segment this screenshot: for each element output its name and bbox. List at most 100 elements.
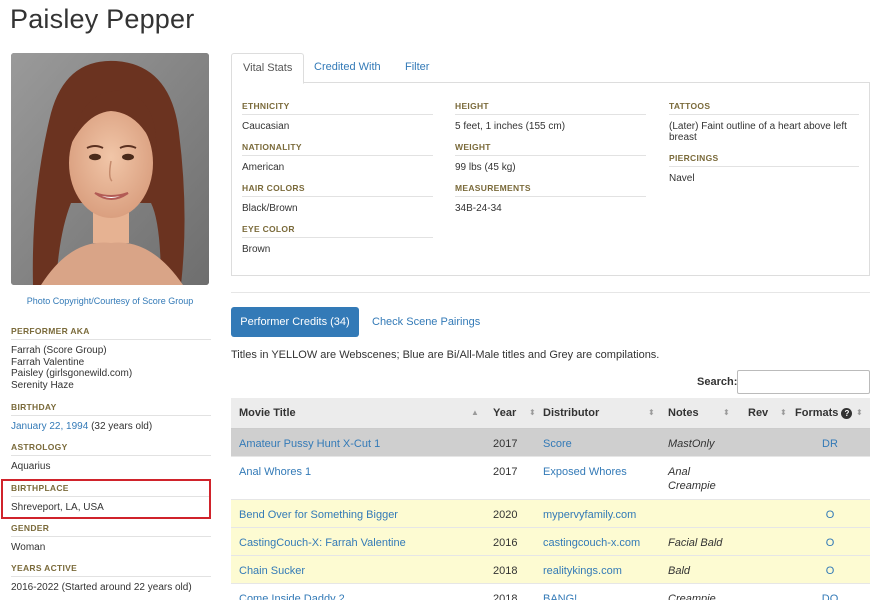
stat-value: 99 lbs (45 kg) bbox=[455, 162, 516, 173]
stat-label: HAIR COLORS bbox=[242, 183, 433, 197]
gender-section: GENDER Woman bbox=[11, 523, 211, 554]
stat-label: EYE COLOR bbox=[242, 224, 433, 238]
stat-value: Brown bbox=[242, 244, 271, 255]
table-row: CastingCouch-X: Farrah Valentine 2016 cast… bbox=[231, 528, 870, 556]
table-body: Amateur Pussy Hunt X-Cut 1 2017 Score MastO… bbox=[231, 429, 870, 600]
movie-title-link[interactable]: Bend Over for Something Bigger bbox=[239, 500, 398, 522]
stats-column-2: HEIGHT 5 feet, 1 inches (155 cm) WEIGHT … bbox=[455, 101, 646, 224]
stats-column-3: TATTOOS (Later) Faint outline of a heart… bbox=[669, 101, 859, 194]
year-cell: 2017 bbox=[493, 438, 518, 450]
stat-label: NATIONALITY bbox=[242, 142, 433, 156]
formats-label: Formats bbox=[795, 407, 839, 419]
stat-hair-colors: HAIR COLORS Black/Brown bbox=[242, 183, 433, 214]
stat-label: PIERCINGS bbox=[669, 153, 859, 167]
distributor-link[interactable]: mypervyfamily.com bbox=[543, 500, 636, 522]
stat-value: (Later) Faint outline of a heart above l… bbox=[669, 121, 847, 143]
movie-title-link[interactable]: Anal Whores 1 bbox=[239, 457, 311, 479]
help-icon[interactable]: ? bbox=[841, 408, 853, 419]
formats-link[interactable] bbox=[795, 457, 865, 465]
formats-link[interactable]: DO bbox=[795, 584, 865, 600]
astrology-link[interactable]: Aquarius bbox=[11, 461, 211, 473]
col-header-notes[interactable]: Notes bbox=[668, 398, 699, 429]
stat-tattoos: TATTOOS (Later) Faint outline of a heart… bbox=[669, 101, 859, 143]
note-line: Anal bbox=[668, 466, 691, 478]
tab-vital-stats[interactable]: Vital Stats bbox=[231, 53, 305, 84]
col-header-formats[interactable]: Formats ? bbox=[795, 398, 853, 429]
section-divider bbox=[231, 292, 870, 293]
movie-title-link[interactable]: CastingCouch-X: Farrah Valentine bbox=[239, 528, 406, 550]
col-header-distributor[interactable]: Distributor bbox=[543, 398, 599, 429]
movie-title-link[interactable]: Come Inside Daddy 2 bbox=[239, 584, 345, 600]
birthday-link[interactable]: January 22, 1994 bbox=[11, 421, 88, 432]
sort-icon: ⬍ bbox=[780, 408, 787, 417]
note-line: Bald bbox=[668, 565, 691, 577]
col-header-movie-title[interactable]: Movie Title bbox=[239, 398, 296, 429]
formats-link[interactable]: O bbox=[795, 500, 865, 522]
notes-cell: Bald bbox=[668, 556, 690, 578]
astrology-section: ASTROLOGY Aquarius bbox=[11, 442, 211, 473]
col-header-rev[interactable]: Rev bbox=[748, 398, 768, 429]
section-label: ASTROLOGY bbox=[11, 442, 211, 456]
tab-filter[interactable]: Filter bbox=[394, 53, 440, 84]
stat-weight: WEIGHT 99 lbs (45 kg) bbox=[455, 142, 646, 173]
stat-label: HEIGHT bbox=[455, 101, 646, 115]
year-cell: 2017 bbox=[493, 466, 518, 478]
distributor-link[interactable]: realitykings.com bbox=[543, 556, 622, 578]
distributor-link[interactable]: castingcouch-x.com bbox=[543, 528, 640, 550]
performer-credits-button[interactable]: Performer Credits (34) bbox=[231, 307, 359, 337]
performer-aka-section: PERFORMER AKA Farrah (Score Group) Farra… bbox=[11, 326, 211, 391]
distributor-link[interactable]: Score bbox=[543, 429, 572, 451]
check-scene-pairings-link[interactable]: Check Scene Pairings bbox=[372, 307, 480, 337]
vital-stats-panel: ETHNICITY Caucasian NATIONALITY American… bbox=[231, 83, 870, 276]
stat-label: ETHNICITY bbox=[242, 101, 433, 115]
note-line: Facial Bald bbox=[668, 537, 723, 549]
note-line: Creampie bbox=[668, 480, 716, 492]
birthplace-highlight bbox=[1, 479, 211, 519]
year-cell: 2018 bbox=[493, 565, 518, 577]
birthday-age: (32 years old) bbox=[91, 421, 153, 432]
distributor-link[interactable]: BANG! bbox=[543, 584, 577, 600]
notes-cell: Anal Creampie bbox=[668, 457, 716, 493]
stat-piercings: PIERCINGS Navel bbox=[669, 153, 859, 184]
distributor-link[interactable]: Exposed Whores bbox=[543, 457, 627, 479]
years-active-section: YEARS ACTIVE 2016-2022 (Started around 2… bbox=[11, 563, 211, 594]
stat-eye-color: EYE COLOR Brown bbox=[242, 224, 433, 255]
sort-icon: ⬍ bbox=[856, 408, 863, 417]
table-row: Bend Over for Something Bigger 2020 myperv… bbox=[231, 500, 870, 528]
movie-title-link[interactable]: Amateur Pussy Hunt X-Cut 1 bbox=[239, 429, 380, 451]
stat-label: TATTOOS bbox=[669, 101, 859, 115]
aka-item: Farrah Valentine bbox=[11, 356, 85, 368]
search-input[interactable] bbox=[737, 370, 870, 394]
notes-cell: Facial Bald bbox=[668, 528, 722, 550]
legend-note: Titles in YELLOW are Webscenes; Blue are… bbox=[231, 349, 660, 361]
formats-link[interactable]: O bbox=[795, 556, 865, 578]
formats-link[interactable]: O bbox=[795, 528, 865, 550]
aka-item: Farrah (Score Group) bbox=[11, 345, 107, 356]
sort-icon: ⬍ bbox=[723, 408, 730, 417]
sort-icon: ⬍ bbox=[648, 408, 655, 417]
search-label: Search: bbox=[697, 376, 738, 388]
stat-value: 34B-24-34 bbox=[455, 203, 502, 214]
section-label: GENDER bbox=[11, 523, 211, 537]
year-cell: 2018 bbox=[493, 593, 518, 600]
stat-measurements: MEASUREMENTS 34B-24-34 bbox=[455, 183, 646, 214]
stat-label: WEIGHT bbox=[455, 142, 646, 156]
years-active-value: 2016-2022 (Started around 22 years old) bbox=[11, 582, 192, 593]
movie-title-link[interactable]: Chain Sucker bbox=[239, 556, 305, 578]
stat-value: Navel bbox=[669, 173, 695, 184]
aka-list: Farrah (Score Group) Farrah Valentine Pa… bbox=[11, 345, 211, 391]
note-line: Creampie bbox=[668, 593, 716, 600]
photo-credit[interactable]: Photo Copyright/Courtesy of Score Group bbox=[11, 296, 209, 306]
table-header: Movie Title ▲ Year ⬍ Distributor ⬍ Notes… bbox=[231, 398, 870, 429]
table-row: Come Inside Daddy 2 2018 BANG! Creampie DO bbox=[231, 584, 870, 600]
stat-label: MEASUREMENTS bbox=[455, 183, 646, 197]
notes-cell: Creampie bbox=[668, 584, 716, 600]
info-tabs: Vital Stats Credited With Filter bbox=[231, 53, 870, 84]
table-row: Amateur Pussy Hunt X-Cut 1 2017 Score MastO… bbox=[231, 429, 870, 457]
stats-column-1: ETHNICITY Caucasian NATIONALITY American… bbox=[242, 101, 433, 265]
section-label: PERFORMER AKA bbox=[11, 326, 211, 340]
performer-photo bbox=[11, 53, 209, 285]
formats-link[interactable]: DR bbox=[795, 429, 865, 451]
col-header-year[interactable]: Year bbox=[493, 398, 516, 429]
tab-credited-with[interactable]: Credited With bbox=[303, 53, 392, 84]
